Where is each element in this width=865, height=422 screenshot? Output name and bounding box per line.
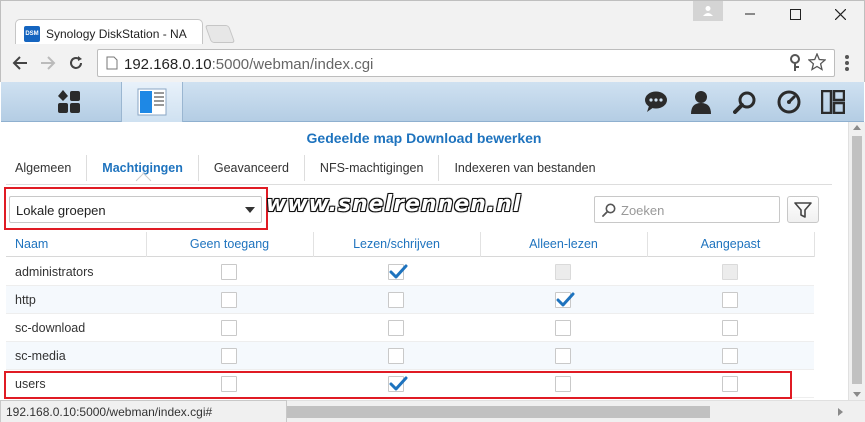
permission-checkbox bbox=[722, 264, 738, 280]
row-name: administrators bbox=[15, 265, 94, 279]
permission-checkbox[interactable] bbox=[388, 292, 404, 308]
tab-bar: Algemeen Machtigingen Geavanceerd NFS-ma… bbox=[6, 155, 611, 183]
table-row[interactable]: sc-media bbox=[6, 342, 814, 370]
browser-toolbar: 192.168.0.10:5000/webman/index.cgi bbox=[0, 44, 865, 82]
search-icon bbox=[602, 203, 616, 222]
dsm-favicon-icon: DSM bbox=[24, 26, 40, 42]
horizontal-scroll-thumb[interactable] bbox=[287, 406, 710, 418]
vertical-scrollbar[interactable] bbox=[848, 122, 865, 400]
profile-icon[interactable] bbox=[693, 1, 723, 21]
tab-general[interactable]: Algemeen bbox=[6, 155, 88, 181]
tab-title: Synology DiskStation - NA bbox=[46, 27, 187, 41]
tab-file-indexing[interactable]: Indexeren van bestanden bbox=[439, 155, 610, 181]
page-icon bbox=[106, 56, 118, 75]
permission-checkbox bbox=[555, 264, 571, 280]
bookmark-star-icon[interactable] bbox=[807, 52, 827, 76]
filter-funnel-icon bbox=[794, 201, 812, 218]
maximize-button[interactable] bbox=[778, 4, 812, 24]
permission-checkbox[interactable] bbox=[555, 348, 571, 364]
resource-monitor-icon[interactable] bbox=[772, 82, 806, 122]
row-name: sc-media bbox=[15, 349, 66, 363]
filter-button[interactable] bbox=[787, 196, 819, 223]
address-bar[interactable]: 192.168.0.10:5000/webman/index.cgi bbox=[97, 49, 835, 77]
row-name: sc-download bbox=[15, 321, 86, 335]
vertical-scroll-thumb[interactable] bbox=[852, 136, 862, 384]
tab-divider bbox=[6, 184, 832, 185]
column-header-no-access[interactable]: Geen toegang bbox=[146, 232, 313, 257]
permission-checkbox[interactable] bbox=[722, 348, 738, 364]
column-header-name[interactable]: Naam bbox=[15, 232, 48, 257]
status-bar-url: 192.168.0.10:5000/webman/index.cgi# bbox=[0, 400, 287, 422]
highlight-box-dropdown bbox=[4, 187, 268, 230]
close-button[interactable] bbox=[823, 4, 857, 24]
browser-title-bar: DSM Synology DiskStation - NA bbox=[0, 0, 865, 46]
minimize-button[interactable] bbox=[733, 4, 767, 24]
widgets-icon[interactable] bbox=[816, 82, 850, 122]
search-input[interactable] bbox=[621, 201, 771, 219]
key-icon[interactable] bbox=[788, 54, 802, 77]
permission-checkbox[interactable] bbox=[388, 264, 408, 280]
table-row[interactable]: sc-download bbox=[6, 314, 814, 342]
new-tab-button[interactable] bbox=[204, 25, 236, 43]
checkmark-icon bbox=[389, 264, 408, 279]
search-field[interactable] bbox=[594, 196, 780, 223]
url-text: 192.168.0.10:5000/webman/index.cgi bbox=[124, 56, 374, 73]
control-panel-icon[interactable] bbox=[121, 82, 183, 122]
tab-nfs-permissions[interactable]: NFS-machtigingen bbox=[305, 155, 440, 181]
search-icon[interactable] bbox=[728, 82, 762, 122]
permission-checkbox[interactable] bbox=[221, 264, 237, 280]
reload-icon[interactable] bbox=[65, 53, 87, 73]
permission-checkbox[interactable] bbox=[722, 320, 738, 336]
browser-tab[interactable]: DSM Synology DiskStation - NA bbox=[15, 19, 203, 46]
column-header-read-write[interactable]: Lezen/schrijven bbox=[313, 232, 480, 257]
forward-arrow-icon[interactable] bbox=[37, 53, 59, 73]
permission-checkbox[interactable] bbox=[722, 292, 738, 308]
permission-checkbox[interactable] bbox=[555, 292, 575, 308]
horizontal-scrollbar[interactable] bbox=[287, 400, 865, 422]
permission-checkbox[interactable] bbox=[221, 292, 237, 308]
app-grid-icon[interactable] bbox=[19, 82, 119, 122]
tab-advanced[interactable]: Geavanceerd bbox=[199, 155, 305, 181]
scroll-right-arrow-icon[interactable] bbox=[838, 408, 843, 416]
permission-checkbox[interactable] bbox=[221, 320, 237, 336]
checkmark-icon bbox=[556, 292, 575, 307]
back-arrow-icon[interactable] bbox=[9, 53, 31, 73]
permission-checkbox[interactable] bbox=[555, 320, 571, 336]
scroll-down-arrow-icon[interactable] bbox=[853, 392, 861, 397]
column-header-custom[interactable]: Aangepast bbox=[647, 232, 814, 257]
row-name: http bbox=[15, 293, 36, 307]
column-header-read-only[interactable]: Alleen-lezen bbox=[480, 232, 647, 257]
scroll-up-arrow-icon[interactable] bbox=[853, 125, 861, 130]
permissions-table-header: Naam Geen toegang Lezen/schrijven Alleen… bbox=[6, 232, 814, 257]
user-icon[interactable] bbox=[684, 82, 718, 122]
table-row[interactable]: administrators bbox=[6, 258, 814, 286]
window-title: Gedeelde map Download bewerken bbox=[306, 130, 542, 146]
notification-chat-icon[interactable] bbox=[639, 82, 673, 122]
header-scroll-spacer bbox=[814, 232, 828, 257]
permission-checkbox[interactable] bbox=[388, 320, 404, 336]
dsm-taskbar bbox=[1, 82, 864, 122]
tab-permissions[interactable]: Machtigingen bbox=[87, 155, 199, 181]
chrome-menu-icon[interactable] bbox=[839, 53, 855, 73]
highlight-box-users-row bbox=[4, 371, 792, 399]
permission-checkbox[interactable] bbox=[221, 348, 237, 364]
table-row[interactable]: http bbox=[6, 286, 814, 314]
watermark: www.snelrennen.nl bbox=[266, 192, 522, 217]
permission-checkbox[interactable] bbox=[388, 348, 404, 364]
